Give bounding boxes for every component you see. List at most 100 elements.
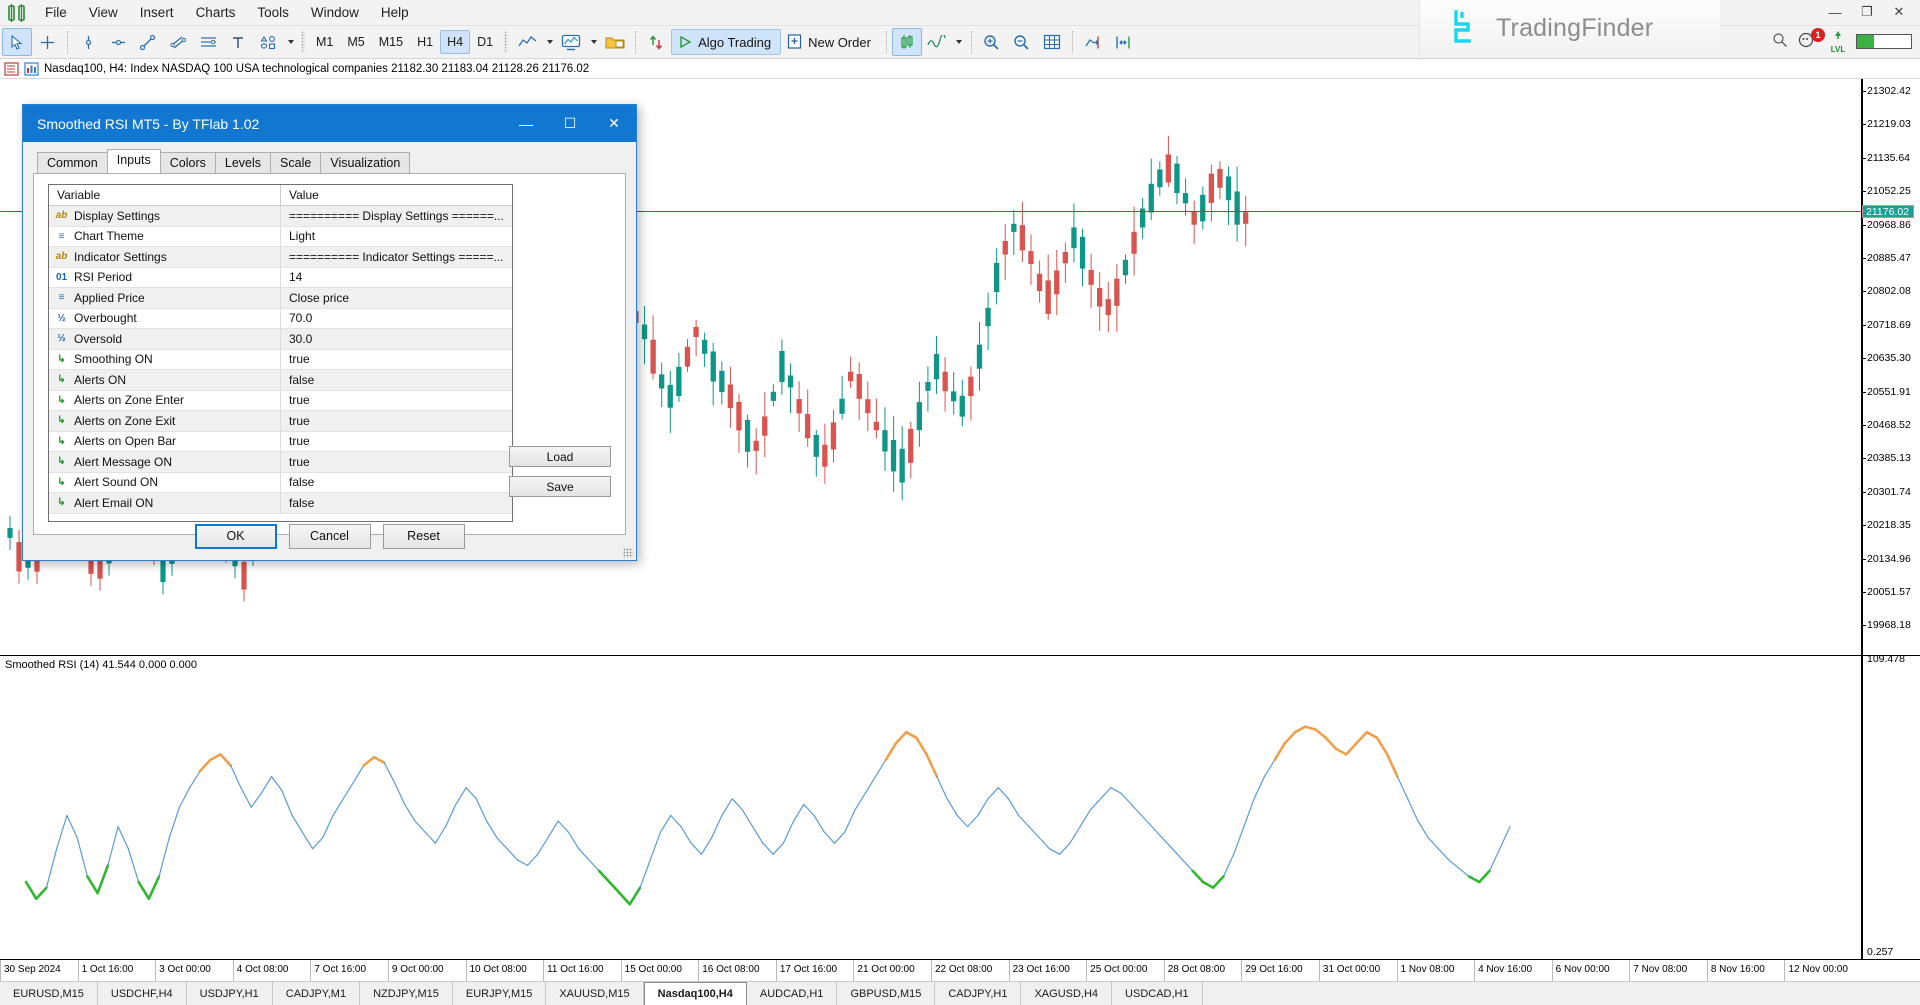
dialog-tab-inputs[interactable]: Inputs (107, 149, 161, 173)
parameter-row[interactable]: abDisplay Settings========== Display Set… (49, 206, 512, 227)
chart-tab-eurjpy-m15[interactable]: EURJPY,M15 (453, 982, 546, 1005)
menu-item-charts[interactable]: Charts (185, 1, 247, 24)
autotrading-arrows-icon[interactable] (641, 28, 671, 56)
parameter-value-cell[interactable]: true (281, 432, 512, 452)
indicator-list-icon[interactable] (24, 62, 39, 76)
parameter-value-cell[interactable]: true (281, 391, 512, 411)
search-icon[interactable] (1772, 32, 1788, 51)
parameter-row[interactable]: ½Oversold30.0 (49, 329, 512, 350)
time-axis[interactable]: 30 Sep 20241 Oct 16:003 Oct 00:004 Oct 0… (0, 959, 1920, 981)
timeframe-m1[interactable]: M1 (309, 30, 340, 54)
chart-tab-gbpusd-m15[interactable]: GBPUSD,M15 (837, 982, 935, 1005)
parameter-row[interactable]: ≡Applied PriceClose price (49, 288, 512, 309)
chart-tab-xagusd-h4[interactable]: XAGUSD,H4 (1021, 982, 1112, 1005)
crosshair-tool-icon[interactable] (32, 28, 62, 56)
shapes-dropdown-icon[interactable] (283, 28, 297, 56)
parameter-row[interactable]: ↳Alert Sound ONfalse (49, 473, 512, 494)
timeframe-d1[interactable]: D1 (470, 30, 500, 54)
grid-icon[interactable] (1037, 28, 1067, 56)
horizontal-line-tool-icon[interactable] (103, 28, 133, 56)
chart-shift-icon[interactable] (1078, 28, 1108, 56)
parameter-value-cell[interactable]: false (281, 370, 512, 390)
chart-properties-icon[interactable] (4, 62, 19, 76)
parameter-value-cell[interactable]: false (281, 493, 512, 513)
zoom-in-icon[interactable] (977, 28, 1007, 56)
load-button[interactable]: Load (509, 446, 611, 467)
menu-item-file[interactable]: File (34, 1, 78, 24)
parameter-value-cell[interactable]: 70.0 (281, 309, 512, 329)
parameter-row[interactable]: ↳Smoothing ONtrue (49, 350, 512, 371)
parameter-row[interactable]: ↳Alerts on Zone Entertrue (49, 391, 512, 412)
parameter-row[interactable]: ↳Alerts on Open Bartrue (49, 432, 512, 453)
chart-tab-eurusd-m15[interactable]: EURUSD,M15 (0, 982, 98, 1005)
parameter-row[interactable]: ½Overbought70.0 (49, 309, 512, 330)
dialog-tab-levels[interactable]: Levels (215, 152, 271, 174)
timeframe-m5[interactable]: M5 (340, 30, 371, 54)
indicators-icon[interactable] (556, 28, 586, 56)
timeframe-m15[interactable]: M15 (372, 30, 410, 54)
chart-tab-usdjpy-h1[interactable]: USDJPY,H1 (187, 982, 273, 1005)
shapes-tool-icon[interactable] (253, 28, 283, 56)
chart-tab-usdchf-h4[interactable]: USDCHF,H4 (98, 982, 187, 1005)
notifications-icon[interactable]: 1 (1798, 31, 1820, 51)
rsi-indicator-subwindow[interactable] (0, 656, 1862, 959)
chart-tab-audcad-h1[interactable]: AUDCAD,H1 (747, 982, 838, 1005)
oscillator-dropdown-icon[interactable] (952, 28, 966, 56)
price-scale-axis[interactable]: 21302.4221219.0321135.6421052.2520968.86… (1862, 79, 1920, 655)
parameter-row[interactable]: ↳Alert Email ONfalse (49, 493, 512, 514)
menu-item-window[interactable]: Window (300, 1, 370, 24)
line-chart-icon[interactable] (512, 28, 542, 56)
cursor-tool-icon[interactable] (2, 28, 32, 56)
parameter-value-cell[interactable]: 30.0 (281, 329, 512, 349)
ok-button[interactable]: OK (195, 524, 277, 549)
timeframe-h4[interactable]: H4 (440, 30, 470, 54)
parameters-table[interactable]: Variable Value abDisplay Settings=======… (48, 184, 513, 522)
parameter-value-cell[interactable]: Close price (281, 288, 512, 308)
zoom-out-icon[interactable] (1007, 28, 1037, 56)
reset-button[interactable]: Reset (383, 524, 465, 549)
parameter-value-cell[interactable]: true (281, 411, 512, 431)
parameter-row[interactable]: ≡Chart ThemeLight (49, 227, 512, 248)
chart-tab-usdcad-h1[interactable]: USDCAD,H1 (1112, 982, 1203, 1005)
text-tool-icon[interactable] (223, 28, 253, 56)
menu-item-insert[interactable]: Insert (129, 1, 185, 24)
parameter-row[interactable]: ↳Alert Message ONtrue (49, 452, 512, 473)
maximize-button[interactable]: ❐ (1852, 2, 1882, 22)
parameter-value-cell[interactable]: true (281, 452, 512, 472)
menu-item-tools[interactable]: Tools (246, 1, 300, 24)
chart-tab-cadjpy-m1[interactable]: CADJPY,M1 (273, 982, 360, 1005)
parameter-value-cell[interactable]: ========== Display Settings ======... (281, 206, 512, 226)
dialog-tab-visualization[interactable]: Visualization (320, 152, 410, 174)
indicator-properties-dialog[interactable]: Smoothed RSI MT5 - By TFlab 1.02 — ☐ ✕ C… (22, 104, 637, 561)
chart-tab-nzdjpy-m15[interactable]: NZDJPY,M15 (360, 982, 453, 1005)
chart-type-dropdown-icon[interactable] (542, 28, 556, 56)
channel-tool-icon[interactable] (163, 28, 193, 56)
dialog-tab-scale[interactable]: Scale (270, 152, 321, 174)
dialog-title-bar[interactable]: Smoothed RSI MT5 - By TFlab 1.02 — ☐ ✕ (23, 105, 636, 142)
chart-tab-nasdaq100-h4[interactable]: Nasdaq100,H4 (644, 982, 747, 1005)
dialog-resize-grip[interactable] (623, 548, 633, 558)
parameter-value-cell[interactable]: ========== Indicator Settings =====... (281, 247, 512, 267)
menu-item-help[interactable]: Help (370, 1, 420, 24)
dialog-tab-common[interactable]: Common (37, 152, 108, 174)
parameter-value-cell[interactable]: Light (281, 227, 512, 247)
dialog-maximize-button[interactable]: ☐ (548, 105, 592, 142)
parameter-row[interactable]: ↳Alerts ONfalse (49, 370, 512, 391)
parameter-row[interactable]: 01RSI Period14 (49, 268, 512, 289)
dialog-minimize-button[interactable]: — (504, 105, 548, 142)
parameter-row[interactable]: abIndicator Settings========== Indicator… (49, 247, 512, 268)
parameter-value-cell[interactable]: true (281, 350, 512, 370)
chart-tab-xauusd-m15[interactable]: XAUUSD,M15 (546, 982, 643, 1005)
vertical-line-tool-icon[interactable] (73, 28, 103, 56)
indicators-dropdown-icon[interactable] (586, 28, 600, 56)
parameter-value-cell[interactable]: false (281, 473, 512, 493)
candlestick-chart-icon[interactable] (892, 28, 922, 56)
trendline-tool-icon[interactable] (133, 28, 163, 56)
dialog-tab-colors[interactable]: Colors (160, 152, 216, 174)
auto-scroll-icon[interactable] (1108, 28, 1138, 56)
new-order-button[interactable]: New Order (781, 29, 881, 55)
dialog-close-button[interactable]: ✕ (592, 105, 636, 142)
timeframe-h1[interactable]: H1 (410, 30, 440, 54)
parameter-row[interactable]: ↳Alerts on Zone Exittrue (49, 411, 512, 432)
minimize-button[interactable]: — (1820, 2, 1850, 22)
